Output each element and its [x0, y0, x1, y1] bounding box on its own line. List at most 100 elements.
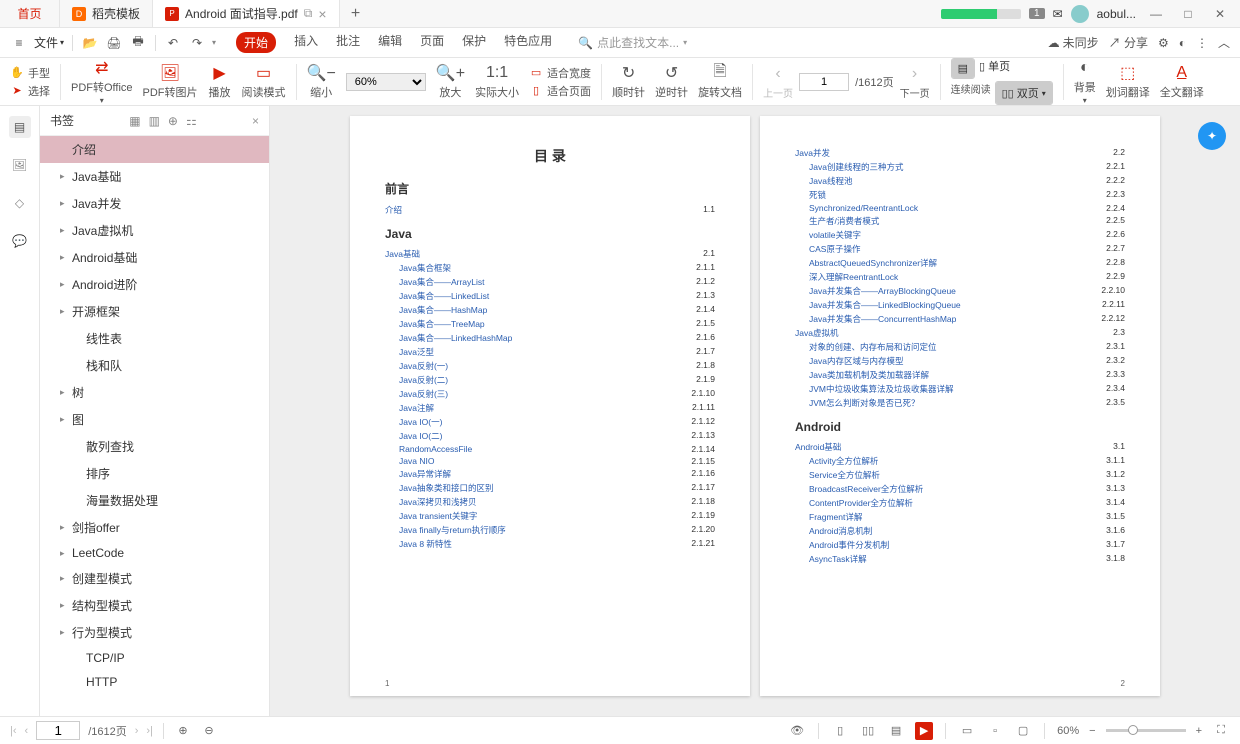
rotate-ccw-button[interactable]: ↺逆时针: [655, 63, 688, 100]
toc-link[interactable]: JVM怎么判断对象是否已死？: [809, 397, 920, 409]
remove-page-icon[interactable]: ⊖: [200, 722, 218, 740]
zoom-slider[interactable]: [1106, 729, 1186, 732]
ribbon-tab-start[interactable]: 开始: [236, 32, 276, 53]
expand-all-icon[interactable]: ▦: [129, 114, 140, 128]
pdf-to-office-button[interactable]: ⇄PDF转Office▾: [71, 58, 133, 105]
maximize-button[interactable]: □: [1176, 7, 1200, 21]
tree-item[interactable]: ▸树: [40, 379, 269, 406]
save-icon[interactable]: 🖨: [105, 34, 123, 52]
toc-link[interactable]: Java集合框架: [399, 262, 451, 274]
toc-link[interactable]: volatile关键字: [809, 229, 861, 241]
bookmarks-panel-icon[interactable]: ▤: [9, 116, 31, 138]
word-translate-button[interactable]: ⬚划词翻译: [1106, 63, 1150, 100]
toc-link[interactable]: Java集合——LinkedList: [399, 290, 489, 302]
toc-link[interactable]: Java IO(二): [399, 430, 442, 442]
tree-item[interactable]: ▸Java并发: [40, 190, 269, 217]
toc-link[interactable]: Android事件分发机制: [809, 539, 889, 551]
toc-link[interactable]: Java集合——HashMap: [399, 304, 487, 316]
zoom-minus-icon[interactable]: −: [1089, 725, 1095, 737]
toc-link[interactable]: BroadcastReceiver全方位解析: [809, 483, 923, 495]
close-button[interactable]: ✕: [1208, 7, 1232, 21]
tree-item[interactable]: ▸开源框架: [40, 298, 269, 325]
zoom-select[interactable]: 60%: [346, 73, 426, 91]
tree-item[interactable]: ▸Java基础: [40, 163, 269, 190]
toc-link[interactable]: Android基础: [795, 441, 841, 453]
toc-link[interactable]: Java集合——ArrayList: [399, 276, 485, 288]
tree-item[interactable]: ▸行为型模式: [40, 619, 269, 646]
tree-item[interactable]: 线性表: [40, 325, 269, 352]
view-cont-icon[interactable]: ▤: [887, 722, 905, 740]
add-page-icon[interactable]: ⊕: [174, 722, 192, 740]
toc-link[interactable]: Java反射(一): [399, 360, 448, 372]
redo-icon[interactable]: ↷: [188, 34, 206, 52]
toc-link[interactable]: Java创建线程的三种方式: [809, 161, 903, 173]
toc-link[interactable]: Java虚拟机: [795, 327, 838, 339]
tree-item[interactable]: 栈和队: [40, 352, 269, 379]
eye-icon[interactable]: 👁: [788, 722, 806, 740]
toc-link[interactable]: Java深拷贝和浅拷贝: [399, 496, 476, 508]
tree-item[interactable]: 散列查找: [40, 433, 269, 460]
toc-link[interactable]: RandomAccessFile: [399, 444, 472, 454]
toc-link[interactable]: Java 8 新特性: [399, 538, 452, 550]
toc-link[interactable]: CAS原子操作: [809, 243, 860, 255]
toc-link[interactable]: Java并发集合——ArrayBlockingQueue: [809, 285, 956, 297]
tree-item[interactable]: ▸结构型模式: [40, 592, 269, 619]
rotate-cw-button[interactable]: ↻顺时针: [612, 63, 645, 100]
toc-link[interactable]: Java内存区域与内存模型: [809, 355, 903, 367]
toc-link[interactable]: Java并发集合——ConcurrentHashMap: [809, 313, 956, 325]
settings-icon[interactable]: ⚙: [1158, 36, 1169, 50]
tree-item[interactable]: ▸Android基础: [40, 244, 269, 271]
undo-icon[interactable]: ↶: [164, 34, 182, 52]
bookmark-settings-icon[interactable]: ⚏: [186, 114, 197, 128]
last-page-icon[interactable]: ›|: [146, 725, 153, 737]
tree-item[interactable]: 排序: [40, 460, 269, 487]
print-icon[interactable]: 🖶: [129, 34, 147, 52]
layout3-icon[interactable]: ▢: [1014, 722, 1032, 740]
tree-item[interactable]: ▸图: [40, 406, 269, 433]
toc-link[interactable]: Java反射(三): [399, 388, 448, 400]
page-input[interactable]: [799, 73, 849, 91]
layout1-icon[interactable]: ▭: [958, 722, 976, 740]
prev-page-icon[interactable]: ‹: [25, 725, 29, 737]
username[interactable]: aobul...: [1097, 7, 1136, 21]
view-single-icon[interactable]: ▯: [831, 722, 849, 740]
add-bookmark-icon[interactable]: ⊕: [168, 114, 178, 128]
fit-width-button[interactable]: ▭适合宽度: [529, 65, 591, 81]
collapse-all-icon[interactable]: ▥: [149, 114, 160, 128]
next-page-icon[interactable]: ›: [135, 725, 139, 737]
file-menu[interactable]: 文件▾: [34, 34, 64, 51]
skin-icon[interactable]: ◐: [1179, 36, 1186, 50]
toc-link[interactable]: Fragment详解: [809, 511, 862, 523]
select-tool[interactable]: ➤选择: [10, 83, 50, 99]
tab-document[interactable]: P Android 面试指导.pdf ⧉ ×: [153, 0, 339, 27]
pdf-to-image-button[interactable]: 🖼PDF转图片: [143, 63, 198, 100]
toc-link[interactable]: Java类加载机制及类加载器详解: [809, 369, 929, 381]
toc-link[interactable]: Java泛型: [399, 346, 434, 358]
tab-shell[interactable]: D 稻壳模板: [60, 0, 153, 27]
zoom-out-button[interactable]: 🔍−缩小: [307, 63, 336, 100]
single-page-button[interactable]: ▯ 单页: [979, 58, 1010, 79]
tree-item[interactable]: ▸Java虚拟机: [40, 217, 269, 244]
share-button[interactable]: ↗ 分享: [1109, 34, 1148, 51]
rotate-doc-button[interactable]: 🗎旋转文档: [698, 63, 742, 100]
tree-item[interactable]: 海量数据处理: [40, 487, 269, 514]
ribbon-tab-annotate[interactable]: 批注: [336, 32, 360, 53]
notification-badge[interactable]: 1: [1029, 8, 1045, 19]
ribbon-tab-features[interactable]: 特色应用: [504, 32, 552, 53]
toc-link[interactable]: Synchronized/ReentrantLock: [809, 203, 918, 213]
full-translate-button[interactable]: A̲全文翻译: [1160, 63, 1204, 100]
ribbon-tab-insert[interactable]: 插入: [294, 32, 318, 53]
toc-link[interactable]: AbstractQueuedSynchronizer详解: [809, 257, 937, 269]
toc-link[interactable]: 介绍: [385, 204, 402, 216]
tree-item[interactable]: TCP/IP: [40, 646, 269, 670]
toc-link[interactable]: Java集合——LinkedHashMap: [399, 332, 512, 344]
actual-size-button[interactable]: 1:1实际大小: [475, 63, 519, 100]
tree-item[interactable]: ▸Android进阶: [40, 271, 269, 298]
continuous-read-button[interactable]: ▤: [952, 59, 974, 78]
fit-page-button[interactable]: ▯适合页面: [529, 83, 591, 99]
toc-link[interactable]: Java transient关键字: [399, 510, 477, 522]
toc-link[interactable]: Java并发: [795, 147, 830, 159]
toc-link[interactable]: Java NIO: [399, 456, 434, 466]
thumbnails-panel-icon[interactable]: 🖼: [9, 154, 31, 176]
menu-icon[interactable]: ≡: [10, 34, 28, 52]
